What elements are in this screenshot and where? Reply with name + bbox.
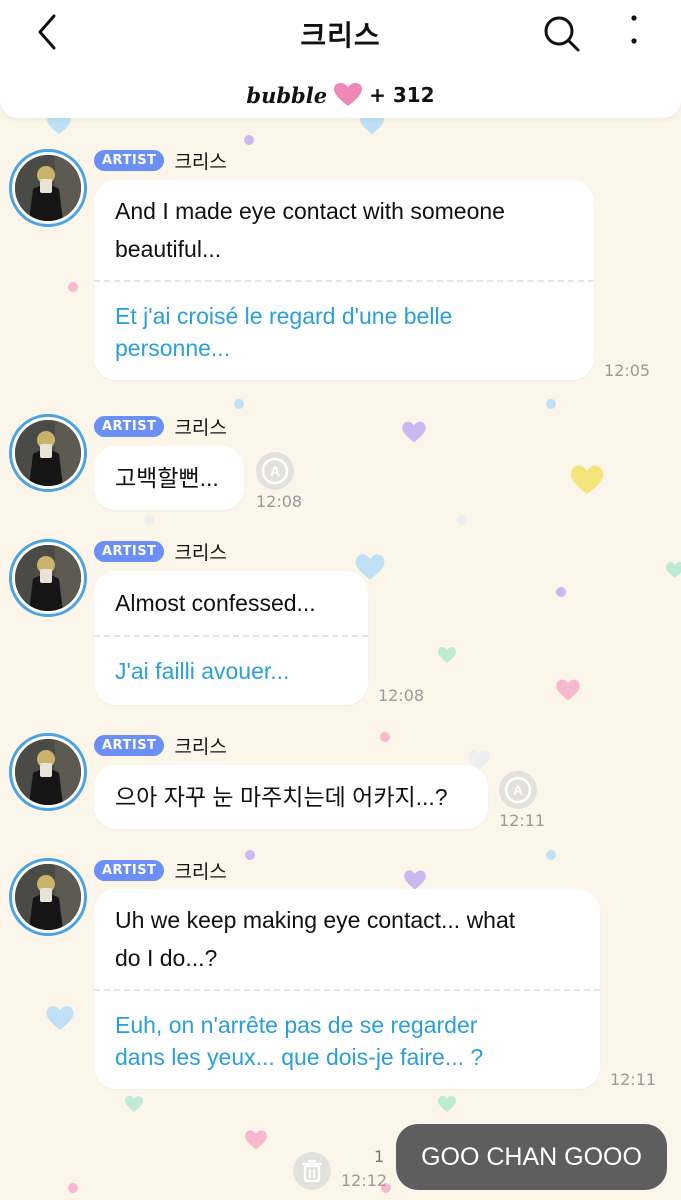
message-text: 으아 자꾸 눈 마주치는데 어카지...? — [115, 778, 448, 816]
more-vertical-icon — [631, 15, 637, 44]
message-text: 고백할뻔... — [115, 459, 219, 497]
avatar-photo — [15, 545, 81, 611]
person-photo — [15, 545, 81, 611]
translation-divider — [94, 635, 368, 637]
message-line: do I do...? — [115, 945, 218, 971]
chat-header: 크리스 bubble + 312 — [0, 0, 681, 118]
translation-line: J'ai failli avouer... — [115, 658, 290, 684]
trash-icon — [301, 1159, 323, 1183]
sender-row: ARTIST 크리스 — [94, 857, 227, 884]
translate-icon: A — [504, 776, 532, 804]
translate-button[interactable]: A — [256, 452, 294, 490]
message-text: Uh we keep making eye contact... what do… — [115, 901, 515, 977]
heart-icon — [334, 83, 363, 106]
translation-line: dans les yeux... que dois-je faire... ? — [115, 1044, 484, 1070]
person-photo — [15, 155, 81, 221]
bubble-count: + 312 — [369, 83, 435, 107]
message-time: 12:11 — [499, 811, 546, 830]
message-line: Almost confessed... — [115, 590, 316, 616]
sender-name: 크리스 — [174, 542, 227, 564]
svg-text:A: A — [270, 463, 280, 479]
translation-divider — [94, 989, 600, 991]
translation-line: Euh, on n'arrête pas de se regarder — [115, 1012, 478, 1038]
my-message-bubble[interactable]: GOO CHAN GOOO — [396, 1124, 667, 1190]
avatar-photo — [15, 155, 81, 221]
message-bubble[interactable]: Almost confessed... J'ai failli avouer..… — [94, 571, 368, 705]
message-time: 12:11 — [610, 1070, 657, 1089]
artist-avatar[interactable] — [9, 539, 87, 617]
message-bubble[interactable]: Uh we keep making eye contact... what do… — [94, 889, 600, 1089]
translation-line: personne... — [115, 335, 231, 361]
artist-badge: ARTIST — [94, 150, 165, 171]
sender-name: 크리스 — [174, 417, 227, 439]
message-bubble[interactable]: 고백할뻔... — [94, 446, 244, 510]
translation-text: Et j'ai croisé le regard d'une belle per… — [115, 300, 452, 364]
sender-row: ARTIST 크리스 — [94, 147, 227, 174]
sender-row: ARTIST 크리스 — [94, 538, 227, 565]
artist-badge: ARTIST — [94, 416, 165, 437]
translation-text: Euh, on n'arrête pas de se regarder dans… — [115, 1009, 483, 1073]
message-line: beautiful... — [115, 236, 222, 262]
translation-divider — [94, 280, 594, 282]
sender-name: 크리스 — [174, 861, 227, 883]
message-line: And I made eye contact with someone — [115, 198, 505, 224]
avatar-photo — [15, 739, 81, 805]
translation-line: Et j'ai croisé le regard d'une belle — [115, 303, 453, 329]
message-line: 으아 자꾸 눈 마주치는데 어카지...? — [115, 784, 448, 810]
translation-text: J'ai failli avouer... — [115, 655, 289, 687]
person-photo — [15, 739, 81, 805]
unread-count: 1 — [374, 1147, 385, 1166]
artist-badge: ARTIST — [94, 735, 165, 756]
message-time: 12:05 — [604, 361, 651, 380]
search-icon — [544, 16, 580, 52]
message-text: Almost confessed... — [115, 584, 316, 622]
artist-avatar[interactable] — [9, 149, 87, 227]
sender-name: 크리스 — [174, 736, 227, 758]
message-line: 고백할뻔... — [115, 465, 219, 491]
sender-row: ARTIST 크리스 — [94, 413, 227, 440]
message-time: 12:08 — [256, 492, 303, 511]
translate-button[interactable]: A — [499, 771, 537, 809]
bubble-logo: bubble — [246, 82, 328, 108]
avatar-photo — [15, 420, 81, 486]
delete-button[interactable] — [293, 1152, 331, 1190]
message-bubble[interactable]: 으아 자꾸 눈 마주치는데 어카지...? — [94, 765, 488, 829]
person-photo — [15, 864, 81, 930]
artist-avatar[interactable] — [9, 414, 87, 492]
sender-name: 크리스 — [174, 151, 227, 173]
search-button[interactable] — [540, 12, 584, 56]
artist-badge: ARTIST — [94, 541, 165, 562]
bubble-subscription-row[interactable]: bubble + 312 — [0, 78, 681, 112]
message-line: Uh we keep making eye contact... what — [115, 907, 516, 933]
artist-avatar[interactable] — [9, 858, 87, 936]
translate-icon: A — [261, 457, 289, 485]
message-bubble[interactable]: And I made eye contact with someone beau… — [94, 180, 594, 380]
more-options-button[interactable] — [618, 12, 650, 52]
message-time: 12:08 — [378, 686, 425, 705]
artist-badge: ARTIST — [94, 860, 165, 881]
sender-row: ARTIST 크리스 — [94, 732, 227, 759]
message-text: And I made eye contact with someone beau… — [115, 192, 505, 268]
artist-avatar[interactable] — [9, 733, 87, 811]
avatar-photo — [15, 864, 81, 930]
my-message-time: 12:12 — [341, 1171, 388, 1190]
person-photo — [15, 420, 81, 486]
svg-text:A: A — [513, 782, 523, 798]
